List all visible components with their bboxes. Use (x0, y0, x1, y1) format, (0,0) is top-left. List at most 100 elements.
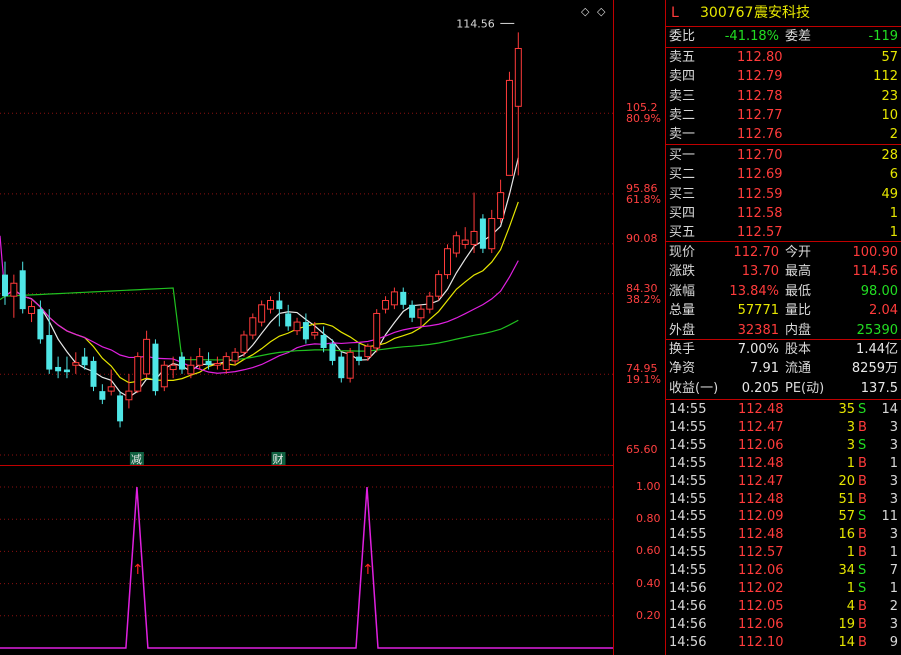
tick-price: 112.02 (738, 581, 784, 596)
ask-row[interactable]: 卖五 112.80 57 (666, 48, 901, 67)
tick-volume: 1 (846, 545, 855, 561)
tick-count: 2 (889, 598, 898, 614)
bid-row[interactable]: 买二 112.69 6 (666, 165, 901, 184)
tick-row[interactable]: 14:55 112.06 34 S 7 (666, 562, 901, 580)
ask-volume: 23 (881, 88, 898, 104)
tick-volume: 51 (838, 491, 855, 507)
candle-body (72, 362, 80, 366)
tick-row[interactable]: 14:55 112.48 51 B 3 (666, 491, 901, 509)
stat-label: 涨幅 (669, 283, 696, 299)
tick-row[interactable]: 14:55 112.06 3 S 3 (666, 437, 901, 455)
fundamental-value: 7.91 (750, 361, 779, 377)
ask-row[interactable]: 卖四 112.79 112 (666, 67, 901, 86)
tick-row[interactable]: 14:56 112.02 1 S 1 (666, 580, 901, 598)
stock-name: 震安科技 (754, 5, 810, 21)
tick-row[interactable]: 14:55 112.48 35 S 14 (666, 401, 901, 419)
ask-row[interactable]: 卖二 112.77 10 (666, 106, 901, 125)
bid-row[interactable]: 买三 112.59 49 (666, 185, 901, 204)
candle-body (187, 364, 195, 375)
candle-body (205, 360, 212, 366)
tick-price: 112.05 (738, 598, 784, 614)
tick-time: 14:56 (669, 616, 707, 632)
tick-row[interactable]: 14:55 112.57 1 B 1 (666, 544, 901, 562)
tick-time: 14:55 (669, 419, 707, 435)
fundamental-row: 净资 7.91 流通 8259万 (666, 359, 901, 378)
order-ratio-value: -41.18% (724, 29, 779, 44)
tick-time: 14:55 (669, 527, 707, 543)
candle-body (382, 300, 390, 310)
stat-row: 涨跌 13.70 最高 114.56 (666, 262, 901, 281)
high-price-marker: 114.56 (456, 17, 495, 30)
pct-axis-label: 38.2% (626, 292, 661, 306)
bid-row[interactable]: 买四 112.58 1 (666, 204, 901, 223)
ask-row[interactable]: 卖三 112.78 23 (666, 87, 901, 106)
candle-body (196, 356, 204, 366)
stat-value-2: 114.56 (852, 264, 899, 280)
bid-row[interactable]: 买五 112.57 1 (666, 223, 901, 242)
tick-price: 112.06 (738, 437, 784, 453)
tick-row[interactable]: 14:55 112.09 57 S 11 (666, 508, 901, 526)
bid-price: 112.58 (737, 205, 783, 221)
ask-label: 卖五 (669, 50, 696, 65)
stat-label: 外盘 (669, 322, 696, 338)
fundamental-value: 0.205 (741, 380, 779, 396)
candle-body (125, 390, 133, 401)
ask-label: 卖四 (669, 69, 696, 85)
stat-value-2: 25390 (856, 322, 898, 338)
candle-body (497, 192, 505, 220)
bid-price: 112.69 (737, 167, 783, 183)
tick-volume: 14 (838, 634, 855, 650)
tick-count: 3 (889, 419, 898, 435)
candle-body (107, 386, 115, 392)
tick-side: B (858, 598, 867, 614)
candle-body (2, 274, 8, 297)
candle-body (258, 304, 266, 323)
kline-chart-area[interactable]: 114.56 ◇ ◇ 减财 ↑ ↑ 105.2 80.9% 95.86 61.8% 90.08 84… (0, 0, 665, 655)
tick-row[interactable]: 14:56 112.06 19 B 3 (666, 616, 901, 634)
candle-body (293, 321, 301, 332)
tick-count: 3 (889, 437, 898, 453)
tick-side: S (858, 402, 867, 417)
indicator-axis-label: 0.80 (636, 512, 661, 526)
candle-body (276, 300, 283, 310)
tick-volume: 1 (846, 455, 855, 471)
candle-body (81, 356, 88, 366)
candle-body (338, 356, 345, 379)
tick-side: S (858, 437, 867, 453)
candle-body (160, 364, 168, 388)
tick-row[interactable]: 14:55 112.48 1 B 1 (666, 455, 901, 473)
bid-label: 买五 (669, 225, 696, 241)
up-arrow-icon: ↑ (362, 562, 374, 578)
candle-body (90, 360, 97, 387)
tick-row[interactable]: 14:55 112.47 20 B 3 (666, 473, 901, 491)
candle-body (55, 366, 62, 372)
tick-price: 112.48 (738, 402, 784, 417)
candle-body (373, 312, 381, 349)
tick-count: 14 (881, 402, 898, 417)
tick-row[interactable]: 14:56 112.10 14 B 9 (666, 634, 901, 652)
bid-label: 买四 (669, 205, 696, 221)
ask-row[interactable]: 卖一 112.76 2 (666, 125, 901, 144)
candle-body (400, 291, 407, 305)
tick-time: 14:55 (669, 545, 707, 561)
fundamental-row: 换手 7.00% 股本 1.44亿 (666, 340, 901, 359)
tick-time: 14:55 (669, 563, 707, 579)
ask-price: 112.80 (737, 50, 783, 65)
tick-price: 112.10 (738, 634, 784, 650)
tick-side: B (858, 634, 867, 650)
tick-volume: 19 (838, 616, 855, 632)
order-ratio-row: 委比 -41.18% 委差 -119 (666, 27, 901, 46)
stock-code: 300767 (700, 5, 754, 21)
kline-svg[interactable]: 114.56 ◇ ◇ 减 财 ↑ ↑ (0, 0, 665, 655)
tick-side: B (858, 616, 867, 632)
bid-row[interactable]: 买一 112.70 28 (666, 146, 901, 165)
tick-row[interactable]: 14:56 112.05 4 B 2 (666, 598, 901, 616)
tick-price: 112.57 (738, 545, 784, 561)
stat-value: 13.70 (741, 264, 779, 280)
bid-label: 买二 (669, 167, 696, 183)
tick-row[interactable]: 14:55 112.47 3 B 3 (666, 419, 901, 437)
fundamental-label-2: PE(动) (785, 380, 825, 396)
tick-row[interactable]: 14:55 112.48 16 B 3 (666, 526, 901, 544)
candle-body (390, 291, 398, 306)
diamond-icon: ◇ (597, 5, 606, 18)
